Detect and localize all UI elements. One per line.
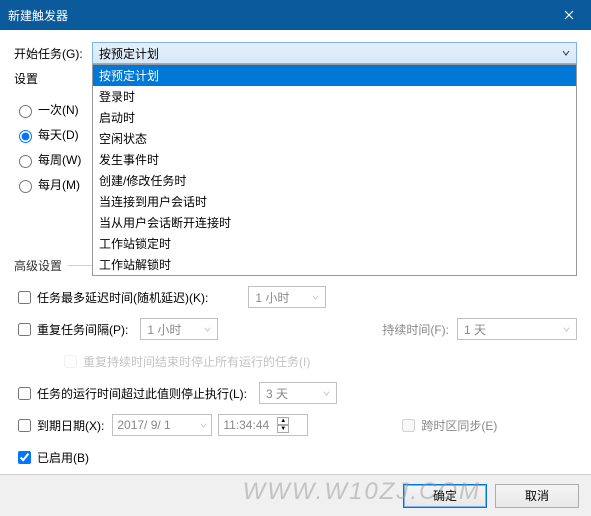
dropdown-option[interactable]: 工作站锁定时	[93, 233, 576, 254]
chevron-down-icon	[200, 422, 207, 429]
chevron-down-icon	[312, 294, 319, 301]
begin-task-label: 开始任务(G):	[14, 45, 92, 62]
chevron-down-icon	[562, 49, 570, 57]
close-icon	[564, 10, 574, 20]
title-bar: 新建触发器	[0, 0, 591, 30]
dropdown-option[interactable]: 当从用户会话断开连接时	[93, 212, 576, 233]
spinner-up-icon[interactable]: ▲	[277, 417, 289, 425]
time-spinner[interactable]: ▲ ▼	[277, 417, 289, 433]
radio-weekly[interactable]: 每周(W)	[14, 151, 102, 168]
window-title: 新建触发器	[8, 7, 583, 24]
dropdown-option[interactable]: 创建/修改任务时	[93, 170, 576, 191]
delay-checkbox[interactable]: 任务最多延迟时间(随机延迟)(K):	[14, 288, 208, 307]
dropdown-option[interactable]: 发生事件时	[93, 149, 576, 170]
repeat-interval-combo[interactable]: 1 小时	[140, 318, 218, 340]
ok-button[interactable]: 确定	[403, 484, 487, 508]
repeat-stop-checkbox: 重复持续时间结束时停止所有运行的任务(I)	[60, 352, 310, 371]
close-button[interactable]	[547, 0, 591, 30]
spinner-down-icon[interactable]: ▼	[277, 425, 289, 433]
dropdown-option[interactable]: 工作站解锁时	[93, 254, 576, 275]
expire-time-picker[interactable]: 11:34:44 ▲ ▼	[218, 414, 308, 436]
duration-combo[interactable]: 1 天	[457, 318, 577, 340]
stop-after-checkbox[interactable]: 任务的运行时间超过此值则停止执行(L):	[14, 384, 247, 403]
enabled-checkbox[interactable]: 已启用(B)	[14, 448, 89, 467]
radio-once[interactable]: 一次(N)	[14, 101, 102, 118]
chevron-down-icon	[563, 326, 570, 333]
dialog-footer: 确定 取消	[0, 474, 591, 516]
duration-label: 持续时间(F):	[382, 321, 449, 338]
begin-task-dropdown-list: 按预定计划 登录时 启动时 空闲状态 发生事件时 创建/修改任务时 当连接到用户…	[92, 64, 577, 276]
begin-task-selected: 按预定计划	[99, 45, 159, 62]
dropdown-option[interactable]: 按预定计划	[93, 65, 576, 86]
radio-monthly[interactable]: 每月(M)	[14, 176, 102, 193]
crosszone-sync-bottom: 跨时区同步(E)	[398, 416, 497, 435]
delay-value-combo[interactable]: 1 小时	[248, 286, 326, 308]
stop-after-combo[interactable]: 3 天	[259, 382, 337, 404]
dropdown-option[interactable]: 登录时	[93, 86, 576, 107]
schedule-radio-group: 一次(N) 每天(D) 每周(W) 每月(M)	[14, 95, 102, 245]
chevron-down-icon	[323, 390, 330, 397]
expire-checkbox[interactable]: 到期日期(X):	[14, 416, 104, 435]
radio-daily[interactable]: 每天(D)	[14, 126, 102, 143]
dropdown-option[interactable]: 空闲状态	[93, 128, 576, 149]
advanced-legend: 高级设置	[14, 257, 68, 274]
dropdown-option[interactable]: 启动时	[93, 107, 576, 128]
chevron-down-icon	[204, 326, 211, 333]
cancel-button[interactable]: 取消	[495, 484, 579, 508]
begin-task-dropdown[interactable]: 按预定计划	[92, 42, 577, 64]
dropdown-option[interactable]: 当连接到用户会话时	[93, 191, 576, 212]
repeat-checkbox[interactable]: 重复任务间隔(P):	[14, 320, 128, 339]
expire-date-picker[interactable]: 2017/ 9/ 1	[112, 414, 212, 436]
